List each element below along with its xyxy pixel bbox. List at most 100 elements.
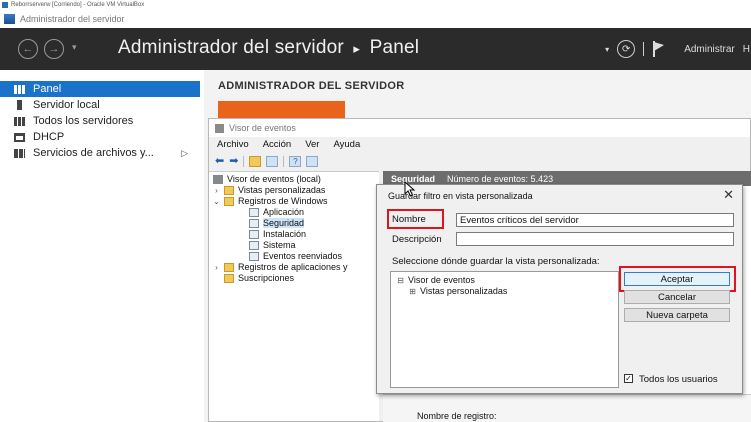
manage-menu[interactable]: Administrar bbox=[684, 44, 735, 55]
event-viewer-toolbar: ⬅ ➡ ? bbox=[209, 154, 750, 168]
registry-name-label: Nombre de registro: bbox=[417, 411, 497, 421]
new-folder-button[interactable]: Nueva carpeta bbox=[624, 308, 730, 322]
sidebar-item-label: Todos los servidores bbox=[33, 115, 134, 127]
tree-item-label: Vistas personalizadas bbox=[420, 286, 508, 296]
breadcrumb-page: Panel bbox=[369, 37, 420, 58]
sidebar-item-panel[interactable]: Panel bbox=[0, 81, 200, 97]
event-viewer-node-icon bbox=[213, 174, 223, 184]
tree-item-label: Instalación bbox=[263, 229, 307, 239]
menu-file[interactable]: Archivo bbox=[217, 139, 249, 152]
tree-item-label: Suscripciones bbox=[238, 273, 295, 283]
tree-item-application[interactable]: Aplicación bbox=[249, 207, 304, 217]
collapse-icon[interactable]: ⊟ bbox=[397, 276, 404, 285]
page-title: ADMINISTRADOR DEL SERVIDOR bbox=[218, 80, 405, 92]
refresh-button[interactable]: ⟳ bbox=[617, 40, 636, 58]
breadcrumb: Administrador del servidor ▸ Panel bbox=[118, 37, 419, 59]
folder-icon bbox=[224, 185, 234, 195]
sidebar-item-label: DHCP bbox=[33, 131, 65, 143]
sidebar-item-local-server[interactable]: Servidor local bbox=[0, 97, 200, 113]
server-manager-title-bar: Administrador del servidor bbox=[0, 9, 751, 28]
tree-item-app-logs[interactable]: › Registros de aplicaciones y bbox=[213, 262, 347, 272]
back-arrow-icon[interactable]: ⬅ bbox=[215, 155, 224, 167]
servers-icon bbox=[14, 116, 25, 126]
event-viewer-title: Visor de eventos bbox=[229, 123, 296, 133]
log-icon bbox=[249, 251, 259, 261]
tree-item-label: Registros de Windows bbox=[238, 196, 328, 206]
event-details-pane: Nombre de registro: bbox=[383, 394, 751, 422]
menu-help[interactable]: Ayuda bbox=[333, 139, 360, 152]
header-actions: ▾ ⟳ Administrar H bbox=[605, 40, 751, 58]
refresh-dropdown-icon[interactable]: ▾ bbox=[605, 45, 609, 54]
close-icon[interactable]: ✕ bbox=[723, 187, 734, 203]
all-users-label: Todos los usuarios bbox=[639, 374, 718, 385]
tree-item-security[interactable]: Seguridad bbox=[249, 218, 305, 228]
action-pane-icon[interactable] bbox=[306, 155, 319, 167]
cancel-button[interactable]: Cancelar bbox=[624, 290, 730, 304]
tree-item-subscriptions[interactable]: Suscripciones bbox=[224, 273, 294, 283]
tree-item-forwarded-events[interactable]: Eventos reenviados bbox=[249, 251, 342, 261]
dhcp-icon bbox=[14, 132, 25, 142]
sidebar-item-label: Servidor local bbox=[33, 99, 100, 111]
forward-button[interactable]: → bbox=[44, 39, 64, 59]
back-button[interactable]: ← bbox=[18, 39, 38, 59]
history-dropdown-icon[interactable]: ▾ bbox=[72, 42, 77, 53]
event-viewer-icon bbox=[215, 123, 224, 133]
breadcrumb-root: Administrador del servidor bbox=[118, 37, 344, 58]
folder-icon bbox=[224, 262, 234, 272]
log-icon bbox=[249, 240, 259, 250]
tree-item-custom-views[interactable]: › Vistas personalizadas bbox=[213, 185, 325, 195]
description-label: Descripción bbox=[392, 234, 442, 245]
tree-item-root[interactable]: Visor de eventos (local) bbox=[213, 174, 321, 184]
show-hide-tree-icon[interactable] bbox=[266, 155, 279, 167]
refresh-icon: ⟳ bbox=[621, 43, 631, 55]
tree-item-system[interactable]: Sistema bbox=[249, 240, 296, 250]
expand-icon[interactable]: › bbox=[213, 186, 220, 195]
log-icon bbox=[249, 218, 259, 228]
virtualbox-title: Reborrserverw [Corriendo] - Oracle VM Vi… bbox=[11, 1, 145, 8]
menu-action[interactable]: Acción bbox=[263, 139, 292, 152]
subscriptions-icon bbox=[224, 273, 234, 283]
sidebar-item-file-services[interactable]: Servicios de archivos y... ▷ bbox=[0, 145, 200, 161]
sidebar-item-dhcp[interactable]: DHCP bbox=[0, 129, 200, 145]
chevron-right-icon: ▷ bbox=[181, 147, 188, 158]
expand-icon[interactable]: ⊞ bbox=[409, 287, 416, 296]
event-count: Número de eventos: 5.423 bbox=[447, 173, 554, 184]
log-icon bbox=[249, 229, 259, 239]
all-users-checkbox[interactable]: ✓ bbox=[624, 374, 633, 383]
tools-menu-partial[interactable]: H bbox=[743, 44, 750, 55]
up-folder-icon[interactable] bbox=[249, 155, 262, 167]
name-label: Nombre bbox=[392, 214, 426, 225]
forward-arrow-icon[interactable]: ➡ bbox=[229, 155, 238, 167]
help-icon[interactable]: ? bbox=[289, 155, 302, 167]
location-tree-custom-views[interactable]: ⊞ Vistas personalizadas bbox=[409, 286, 507, 296]
virtualbox-icon bbox=[2, 1, 8, 8]
sidebar: Panel Servidor local Todos los servidore… bbox=[0, 79, 204, 422]
event-viewer-title-bar: Visor de eventos bbox=[209, 119, 750, 137]
expand-icon[interactable]: › bbox=[213, 263, 220, 272]
tree-item-label: Vistas personalizadas bbox=[238, 185, 326, 195]
location-tree: ⊟ Visor de eventos ⊞ Vistas personalizad… bbox=[390, 271, 619, 388]
server-icon bbox=[17, 100, 22, 110]
tree-item-label: Eventos reenviados bbox=[263, 251, 343, 261]
server-manager-header: ← → ▾ Administrador del servidor ▸ Panel… bbox=[0, 28, 751, 70]
server-manager-window-title: Administrador del servidor bbox=[20, 13, 125, 24]
tree-item-windows-logs[interactable]: ⌄ Registros de Windows bbox=[213, 196, 328, 206]
dashboard-icon bbox=[14, 84, 25, 94]
back-arrow-icon: ← bbox=[22, 42, 34, 55]
collapse-icon[interactable]: ⌄ bbox=[213, 197, 220, 206]
accept-button[interactable]: Aceptar bbox=[624, 272, 730, 286]
name-input[interactable] bbox=[456, 213, 734, 227]
description-input[interactable] bbox=[456, 232, 734, 246]
sidebar-item-all-servers[interactable]: Todos los servidores bbox=[0, 113, 200, 129]
toolbar-separator bbox=[283, 155, 285, 167]
log-icon bbox=[249, 207, 259, 217]
location-label: Seleccione dónde guardar la vista person… bbox=[392, 256, 600, 267]
sidebar-item-label: Servicios de archivos y... bbox=[33, 147, 154, 159]
menu-view[interactable]: Ver bbox=[305, 139, 319, 152]
location-tree-root[interactable]: ⊟ Visor de eventos bbox=[397, 275, 475, 285]
notifications-flag-icon[interactable] bbox=[652, 41, 666, 57]
tree-item-setup[interactable]: Instalación bbox=[249, 229, 306, 239]
tree-item-label: Aplicación bbox=[263, 207, 305, 217]
virtualbox-title-bar: Reborrserverw [Corriendo] - Oracle VM Vi… bbox=[0, 0, 751, 9]
event-viewer-menu-bar: Archivo Acción Ver Ayuda bbox=[209, 139, 360, 152]
